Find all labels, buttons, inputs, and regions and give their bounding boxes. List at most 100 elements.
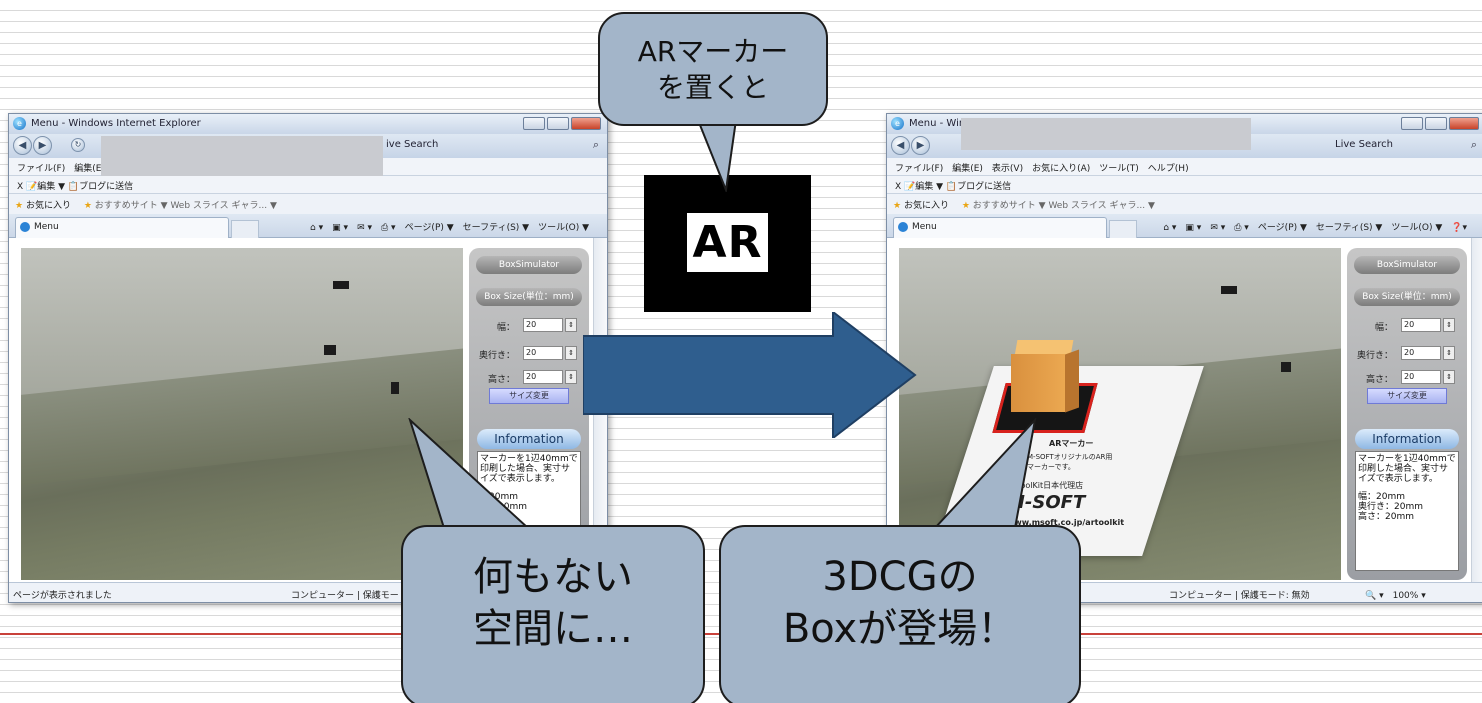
height-label: 高さ：: [487, 375, 515, 385]
height-input[interactable]: 20: [523, 370, 563, 384]
callout-right: 3DCGの Boxが登場！: [719, 525, 1081, 703]
command-menus[interactable]: ページ(P) ▼ セーフティ(S) ▼ ツール(O) ▼: [405, 223, 589, 233]
width-row: 幅： 20 ⇕: [473, 316, 585, 334]
add-favorite-icon[interactable]: ★: [962, 201, 970, 211]
depth-stepper[interactable]: ⇕: [565, 346, 577, 360]
feeds-icon[interactable]: ▣ ▾: [332, 223, 348, 233]
command-menus[interactable]: ページ(P) ▼ セーフティ(S) ▼ ツール(O) ▼: [1258, 223, 1442, 233]
back-button[interactable]: ◀: [13, 136, 32, 155]
callout-right-tail: [932, 418, 1037, 529]
print-icon[interactable]: ⎙ ▾: [381, 223, 396, 233]
ar-marker-image: AR: [644, 175, 811, 312]
callout-left: 何もない 空間に…: [401, 525, 705, 703]
box-size-header: Box Size(単位：mm): [476, 288, 582, 306]
forward-button[interactable]: ▶: [911, 136, 930, 155]
page-icon: [898, 222, 908, 232]
callout-right-line1: 3DCGの: [822, 554, 978, 600]
height-row: 高さ： 20 ⇕: [1351, 368, 1463, 386]
window-controls: [1401, 117, 1479, 130]
new-tab-button[interactable]: [231, 220, 259, 238]
blog-post-toolbar[interactable]: X 📝編集 ▼ 📋ブログに送信: [17, 182, 133, 192]
favorites-button[interactable]: お気に入り: [904, 201, 949, 211]
favorites-links[interactable]: おすすめサイト ▼ Web スライス ギャラ... ▼: [973, 201, 1155, 211]
home-icon[interactable]: ⌂ ▾: [1163, 223, 1176, 233]
home-icon[interactable]: ⌂ ▾: [310, 223, 323, 233]
width-label: 幅：: [496, 323, 515, 333]
width-input[interactable]: 20: [1401, 318, 1441, 332]
close-button[interactable]: [571, 117, 601, 130]
width-stepper[interactable]: ⇕: [565, 318, 577, 332]
wall-outlet: [1221, 286, 1237, 294]
ie-icon: e: [13, 117, 26, 130]
sheet-title: ARマーカー: [1049, 439, 1094, 448]
new-tab-button[interactable]: [1109, 220, 1137, 238]
zoom-value: 100%: [1392, 591, 1419, 601]
search-box-label[interactable]: Live Search: [1335, 139, 1393, 150]
forward-button[interactable]: ▶: [33, 136, 52, 155]
callout-top: ARマーカー を置くと: [598, 12, 828, 126]
menu-items[interactable]: ファイル(F) 編集(E) 表示(V) お気に入り(A) ツール(T) ヘルプ(…: [895, 164, 1189, 174]
camera-feed: [21, 248, 463, 580]
back-button[interactable]: ◀: [891, 136, 910, 155]
box-simulator-panel: BoxSimulator Box Size(単位：mm) 幅： 20 ⇕ 奥行き： 2…: [1347, 248, 1467, 580]
height-label: 高さ：: [1365, 375, 1393, 385]
app-title: BoxSimulator: [1354, 256, 1460, 274]
zoom-level[interactable]: 🔍 ▾ 100% ▾: [1365, 588, 1426, 601]
tab-menu[interactable]: Menu: [893, 217, 1107, 238]
tab-label: Menu: [34, 222, 59, 232]
mail-icon[interactable]: ✉ ▾: [1210, 223, 1225, 233]
minimize-button[interactable]: [523, 117, 545, 130]
information-box: マーカーを1辺40mmで印刷した場合、実寸サイズで表示します。 幅：20mm 奥…: [1355, 451, 1459, 571]
height-stepper[interactable]: ⇕: [1443, 370, 1455, 384]
info-height: 高さ：20mm: [1358, 512, 1414, 522]
resize-button[interactable]: サイズ変更: [1367, 388, 1447, 404]
nav-bar: ◀ ▶ ↻ ive Search ⌕: [9, 134, 607, 158]
tab-label: Menu: [912, 222, 937, 232]
search-box-label[interactable]: ive Search: [386, 139, 438, 150]
tab-menu[interactable]: Menu: [15, 217, 229, 238]
depth-label: 奥行き：: [478, 351, 515, 361]
search-icon[interactable]: ⌕: [1471, 138, 1477, 152]
page-icon: [20, 222, 30, 232]
ar-marker-text: AR: [692, 217, 763, 268]
wall-outlet: [333, 281, 349, 289]
depth-stepper[interactable]: ⇕: [1443, 346, 1455, 360]
add-favorite-icon[interactable]: ★: [84, 201, 92, 211]
mail-icon[interactable]: ✉ ▾: [357, 223, 372, 233]
width-input[interactable]: 20: [523, 318, 563, 332]
depth-row: 奥行き： 20 ⇕: [473, 344, 585, 362]
virtual-box-front: [1011, 354, 1065, 412]
tab-bar: Menu ⌂ ▾ ▣ ▾ ✉ ▾ ⎙ ▾ ページ(P) ▼ セーフティ(S) ▼…: [9, 214, 607, 238]
close-button[interactable]: [1449, 117, 1479, 130]
tab-bar: Menu ⌂ ▾ ▣ ▾ ✉ ▾ ⎙ ▾ ページ(P) ▼ セーフティ(S) ▼…: [887, 214, 1482, 238]
menu-bar: ファイル(F) 編集(E) 表示(V) お気に入り(A) ツール(T) ヘルプ(…: [887, 158, 1482, 176]
help-icon[interactable]: ❓▾: [1451, 223, 1467, 233]
feeds-icon[interactable]: ▣ ▾: [1185, 223, 1201, 233]
height-stepper[interactable]: ⇕: [565, 370, 577, 384]
favorites-bar: ★ お気に入り ★ おすすめサイト ▼ Web スライス ギャラ... ▼: [887, 194, 1482, 214]
app-title: BoxSimulator: [476, 256, 582, 274]
information-header: Information: [1355, 429, 1459, 449]
menu-items[interactable]: ファイル(F) 編集(E: [17, 164, 101, 174]
resize-button[interactable]: サイズ変更: [489, 388, 569, 404]
right-arrow: [583, 312, 917, 438]
minimize-button[interactable]: [1401, 117, 1423, 130]
status-text: ページが表示されました: [13, 591, 112, 601]
refresh-icon[interactable]: ↻: [71, 138, 85, 152]
height-input[interactable]: 20: [1401, 370, 1441, 384]
maximize-button[interactable]: [1425, 117, 1447, 130]
vertical-scrollbar[interactable]: [1471, 238, 1482, 582]
maximize-button[interactable]: [547, 117, 569, 130]
callout-top-line1: ARマーカー: [637, 35, 789, 68]
depth-input[interactable]: 20: [523, 346, 563, 360]
width-stepper[interactable]: ⇕: [1443, 318, 1455, 332]
search-icon[interactable]: ⌕: [593, 138, 599, 152]
blog-post-toolbar[interactable]: X 📝編集 ▼ 📋ブログに送信: [895, 182, 1011, 192]
security-zone: コンピューター | 保護モード: 無効: [1169, 591, 1310, 601]
callout-left-tail: [408, 418, 531, 529]
depth-input[interactable]: 20: [1401, 346, 1441, 360]
favorites-links[interactable]: おすすめサイト ▼ Web スライス ギャラ... ▼: [95, 201, 277, 211]
links-bar: X 📝編集 ▼ 📋ブログに送信: [9, 176, 607, 194]
favorites-button[interactable]: お気に入り: [26, 201, 71, 211]
print-icon[interactable]: ⎙ ▾: [1234, 223, 1249, 233]
